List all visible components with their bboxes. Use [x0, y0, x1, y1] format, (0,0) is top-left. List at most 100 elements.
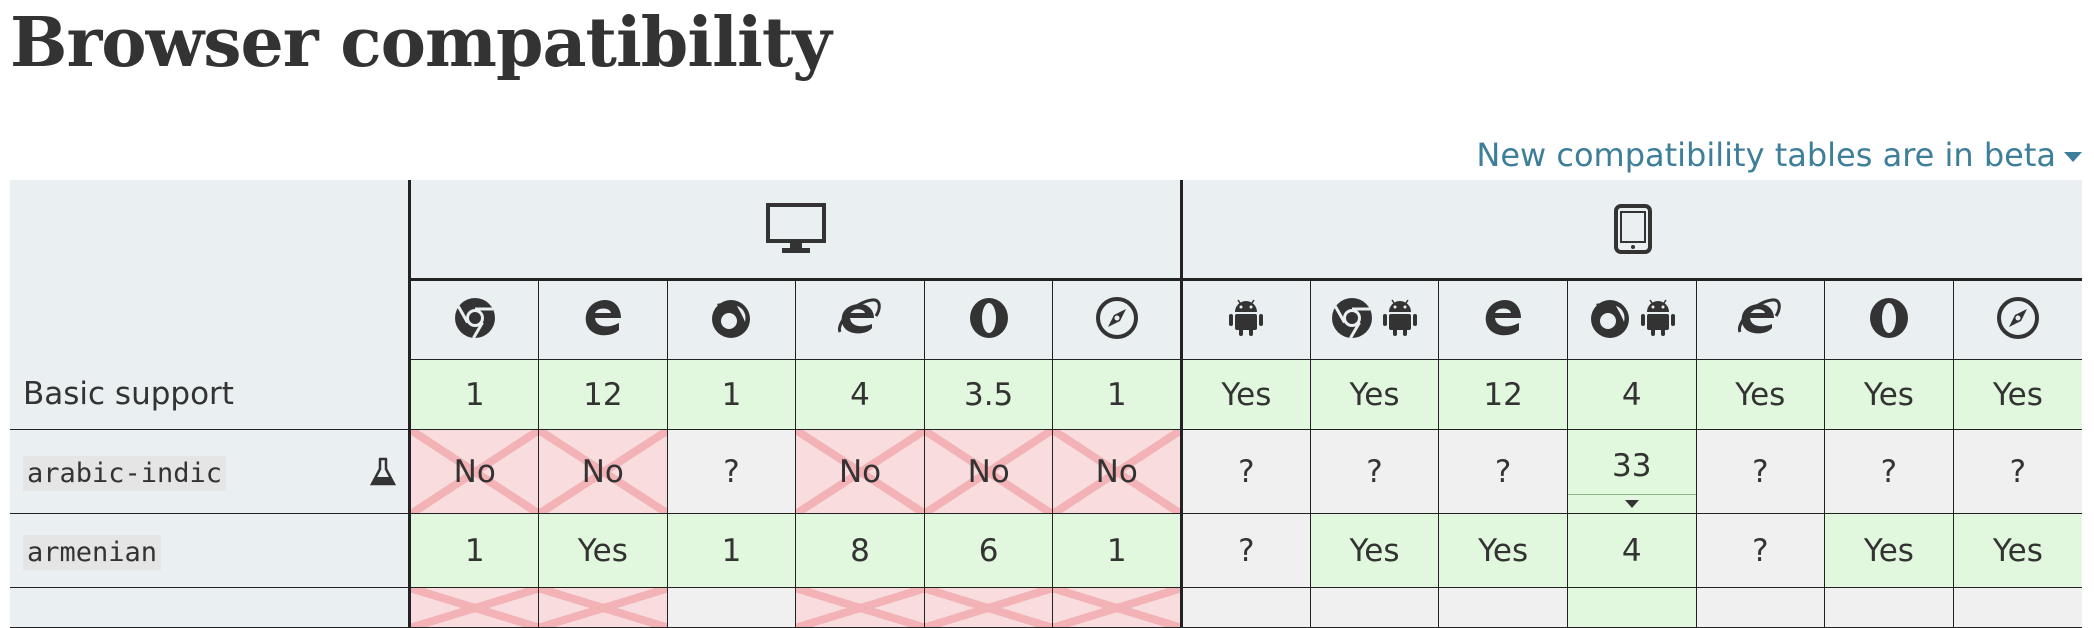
support-cell-ie: 8 [795, 513, 925, 588]
browser-header-firefox [666, 279, 796, 360]
support-cell-edge: No [538, 429, 668, 514]
support-value: 8 [850, 532, 870, 569]
support-cell-ie: 4 [795, 359, 925, 430]
support-cell-edge [538, 587, 668, 628]
support-cell-firefox: 1 [666, 513, 796, 588]
support-value: Yes [1863, 532, 1914, 569]
support-cell-edge-mobile: Yes [1438, 513, 1568, 588]
tablet-icon [1613, 204, 1652, 254]
beta-tables-link-label: New compatibility tables are in beta [1476, 136, 2056, 174]
support-cell-chrome: 1 [408, 513, 539, 588]
support-cell-firefox-android[interactable]: 33 [1566, 429, 1696, 514]
support-value: Yes [1992, 532, 2043, 569]
feature-label: arabic-indic [23, 455, 227, 491]
chrome-icon [453, 296, 497, 340]
support-value: Yes [1863, 376, 1914, 413]
support-value: Yes [1349, 376, 1400, 413]
support-cell-safari [1052, 587, 1182, 628]
support-cell-safari-ios: Yes [1952, 513, 2082, 588]
table-corner [10, 180, 412, 360]
experimental-flask-icon [370, 457, 397, 487]
feature-name: arabic-indic [10, 429, 412, 514]
support-value: No [581, 453, 624, 490]
support-value: No [1095, 453, 1138, 490]
support-value: ? [1494, 453, 1512, 490]
support-cell-opera-android [1824, 587, 1954, 628]
support-cell-opera [923, 587, 1053, 628]
support-cell-ie-mobile: ? [1695, 429, 1825, 514]
internet-explorer-icon [836, 296, 884, 340]
support-value: 33 [1611, 448, 1652, 484]
support-value: Yes [1478, 532, 1529, 569]
support-cell-safari: No [1052, 429, 1182, 514]
support-cell-webview-android: ? [1180, 513, 1311, 588]
safari-icon [1996, 296, 2040, 340]
browser-header-chrome-android [1309, 279, 1439, 360]
support-cell-chrome-android [1309, 587, 1439, 628]
support-value: No [967, 453, 1010, 490]
support-value: 4 [1621, 532, 1642, 569]
support-value: 1 [1106, 376, 1127, 413]
chevron-down-icon [1624, 500, 1639, 508]
support-value: 4 [1621, 376, 1642, 413]
support-value: 1 [721, 376, 742, 413]
edge-icon [1481, 296, 1525, 340]
feature-label: armenian [23, 534, 162, 570]
support-cell-firefox-android: 4 [1566, 359, 1696, 430]
expand-notes-toggle[interactable] [1567, 494, 1696, 513]
support-cell-webview-android: ? [1180, 429, 1311, 514]
android-icon [1228, 298, 1264, 338]
support-cell-chrome: 1 [408, 359, 539, 430]
support-cell-ie: No [795, 429, 925, 514]
compat-table: Basic support 1 12 1 4 3.5 1 Yes Yes 12 4 Yes Yes Yes… [10, 180, 2082, 628]
support-cell-edge-mobile: ? [1438, 429, 1568, 514]
support-value: ? [1752, 453, 1769, 490]
support-value: ? [1366, 453, 1383, 490]
browser-header-firefox-android [1566, 279, 1696, 360]
opera-icon [1867, 296, 1911, 340]
support-value: Yes [1992, 376, 2043, 413]
support-cell-opera-android: Yes [1824, 359, 1954, 430]
support-value: 6 [978, 532, 999, 569]
table-row: Basic support 1 12 1 4 3.5 1 Yes Yes 12 4 Yes Yes Yes [10, 359, 2082, 430]
support-cell-edge-mobile [1438, 587, 1568, 628]
support-cell-safari-ios: ? [1952, 429, 2082, 514]
support-value: Yes [577, 532, 628, 569]
support-value: ? [2009, 453, 2027, 490]
support-cell-chrome-android: ? [1309, 429, 1439, 514]
platform-mobile [1180, 180, 2082, 281]
browser-header-opera [923, 279, 1053, 360]
support-cell-safari-ios [1952, 587, 2082, 628]
table-row: arabic-indic No No? No No No??? 33??? [10, 429, 2082, 514]
support-cell-firefox-android [1566, 587, 1696, 628]
browser-header-webview-android [1180, 279, 1311, 360]
browser-header-ie [795, 279, 925, 360]
page-title: Browser compatibility [10, 3, 832, 83]
support-cell-edge: Yes [538, 513, 668, 588]
support-cell-safari-ios: Yes [1952, 359, 2082, 430]
support-cell-chrome-android: Yes [1309, 513, 1439, 588]
feature-name: Basic support [10, 359, 412, 430]
opera-icon [967, 296, 1011, 340]
browser-header-edge-mobile [1438, 279, 1568, 360]
table-row [10, 587, 2082, 628]
support-cell-opera: No [923, 429, 1053, 514]
support-cell-ie-mobile: Yes [1695, 359, 1825, 430]
support-cell-opera: 3.5 [923, 359, 1053, 430]
firefox-icon [709, 296, 753, 340]
support-value: 12 [583, 376, 623, 413]
support-value: ? [1238, 453, 1255, 490]
support-cell-chrome-android: Yes [1309, 359, 1439, 430]
chevron-down-icon [2064, 152, 2082, 162]
support-cell-ie-mobile [1695, 587, 1825, 628]
desktop-icon [765, 203, 826, 253]
support-cell-ie-mobile: ? [1695, 513, 1825, 588]
support-cell-safari: 1 [1052, 513, 1182, 588]
support-value: 4 [850, 376, 870, 413]
beta-tables-link[interactable]: New compatibility tables are in beta [1476, 136, 2082, 174]
support-cell-webview-android [1180, 587, 1311, 628]
support-cell-firefox: ? [666, 429, 796, 514]
browser-header-safari [1052, 279, 1182, 360]
browser-header-edge [538, 279, 668, 360]
browser-header-opera-android [1824, 279, 1954, 360]
